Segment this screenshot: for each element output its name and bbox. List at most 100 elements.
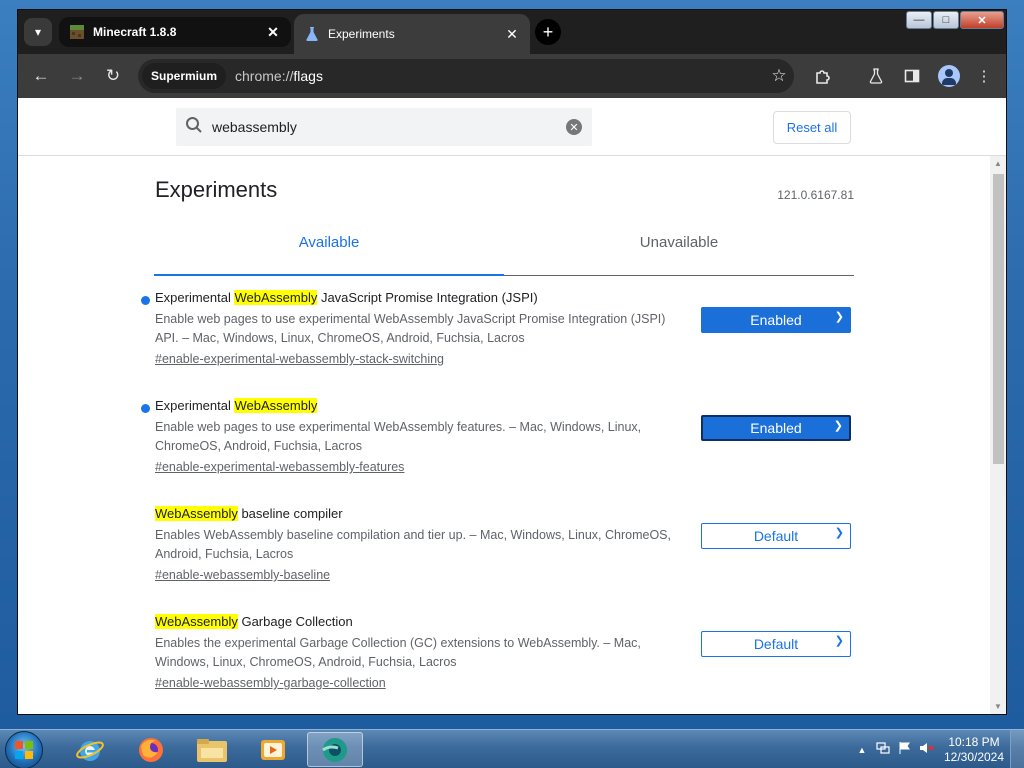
network-icon[interactable] bbox=[872, 741, 894, 758]
taskbar-browser[interactable] bbox=[307, 732, 363, 767]
taskbar-explorer[interactable] bbox=[184, 732, 240, 767]
search-highlight: WebAssembly bbox=[155, 506, 238, 521]
bookmark-star-icon[interactable]: ☆ bbox=[764, 66, 794, 86]
page-title: Experiments bbox=[155, 177, 278, 202]
flag-name: Experimental WebAssembly bbox=[155, 398, 318, 413]
flag-permalink[interactable]: #enable-webassembly-garbage-collection bbox=[155, 676, 386, 690]
taskbar: ▲ 10:18 PM 12/30/2024 bbox=[0, 729, 1024, 768]
chevron-down-icon: ❯ bbox=[833, 420, 843, 432]
side-panel-icon[interactable] bbox=[901, 65, 923, 87]
flag-permalink[interactable]: #enable-webassembly-baseline bbox=[155, 568, 330, 582]
flags-page: webassembly ✕ Reset all Experiments 121.… bbox=[18, 98, 1006, 714]
flag-entry: Experimental WebAssembly JavaScript Prom… bbox=[141, 290, 854, 390]
profile-avatar-icon[interactable] bbox=[938, 65, 960, 87]
close-icon[interactable]: ✕ bbox=[265, 24, 281, 41]
active-tab-indicator bbox=[154, 274, 504, 276]
show-desktop-button[interactable] bbox=[1010, 730, 1024, 768]
select-value: Enabled bbox=[750, 420, 802, 436]
tab-search-button[interactable]: ▾ bbox=[24, 18, 52, 46]
flag-state-select[interactable]: Default ❯ bbox=[701, 631, 851, 657]
flag-name-text: JavaScript Promise Integration (JSPI) bbox=[317, 290, 538, 305]
arrow-right-icon: → bbox=[68, 66, 86, 85]
new-tab-button[interactable]: + bbox=[535, 19, 561, 45]
search-box[interactable]: webassembly ✕ bbox=[176, 108, 592, 146]
flag-name-text: Garbage Collection bbox=[237, 614, 353, 629]
flag-name: WebAssembly Garbage Collection bbox=[155, 614, 353, 629]
select-value: Enabled bbox=[750, 312, 802, 328]
arrow-left-icon: ← bbox=[32, 66, 50, 85]
clock-time: 10:18 PM bbox=[948, 734, 1000, 749]
flag-description: Enable web pages to use experimental Web… bbox=[155, 420, 642, 453]
tab-unavailable[interactable]: Unavailable bbox=[504, 234, 854, 251]
search-highlight: WebAssembly bbox=[155, 614, 238, 629]
scroll-down-icon[interactable]: ▼ bbox=[993, 702, 1003, 711]
clear-search-icon[interactable]: ✕ bbox=[566, 119, 582, 135]
version-label: 121.0.6167.81 bbox=[777, 188, 854, 202]
taskbar-internet-explorer[interactable] bbox=[62, 732, 118, 767]
maximize-button[interactable]: □ bbox=[933, 11, 959, 29]
taskbar-media-player[interactable] bbox=[245, 732, 301, 767]
select-value: Default bbox=[753, 636, 799, 652]
flag-state-select[interactable]: Enabled ❯ bbox=[701, 415, 851, 441]
internet-explorer-icon bbox=[76, 740, 104, 761]
select-value: Default bbox=[753, 528, 799, 544]
flask-icon[interactable] bbox=[865, 65, 887, 87]
chevron-down-icon: ❯ bbox=[834, 311, 844, 323]
reload-button[interactable]: ↻ bbox=[101, 64, 125, 88]
search-highlight: WebAssembly bbox=[234, 290, 318, 305]
close-icon[interactable]: ✕ bbox=[504, 26, 520, 43]
vertical-scrollbar[interactable]: ▲ ▼ bbox=[990, 156, 1006, 714]
url-scheme: chrome:// bbox=[235, 68, 294, 84]
reset-all-button[interactable]: Reset all bbox=[773, 111, 851, 144]
flag-state-select[interactable]: Enabled ❯ bbox=[701, 307, 851, 333]
back-button[interactable]: ← bbox=[29, 64, 53, 88]
flags-tabs: Available Unavailable bbox=[154, 226, 854, 276]
extensions-icon[interactable] bbox=[812, 65, 834, 87]
minimize-icon: — bbox=[913, 14, 925, 26]
close-icon: ✕ bbox=[977, 14, 987, 27]
flag-name: WebAssembly baseline compiler bbox=[155, 506, 343, 521]
close-window-button[interactable]: ✕ bbox=[960, 11, 1004, 29]
chevron-down-icon: ❯ bbox=[834, 527, 844, 539]
flag-entry: WebAssembly baseline compiler Enables We… bbox=[154, 506, 854, 606]
forward-button[interactable]: → bbox=[65, 64, 89, 88]
scroll-up-icon[interactable]: ▲ bbox=[993, 159, 1003, 168]
flag-entry: Experimental WebAssembly Enable web page… bbox=[141, 398, 854, 498]
search-icon bbox=[176, 116, 212, 139]
chevron-down-icon: ❯ bbox=[834, 635, 844, 647]
search-input[interactable]: webassembly bbox=[212, 119, 566, 135]
start-button[interactable] bbox=[5, 731, 43, 768]
windows-logo-icon bbox=[15, 741, 33, 759]
flag-description: Enable web pages to use experimental Web… bbox=[155, 312, 666, 345]
kebab-menu-icon[interactable]: ⋮ bbox=[973, 65, 995, 87]
flag-permalink[interactable]: #enable-experimental-webassembly-stack-s… bbox=[155, 352, 444, 366]
flag-entry: WebAssembly Garbage Collection Enables t… bbox=[154, 614, 854, 714]
flag-state-select[interactable]: Default ❯ bbox=[701, 523, 851, 549]
modified-indicator bbox=[141, 404, 150, 413]
site-chip[interactable]: Supermium bbox=[142, 63, 227, 89]
desktop: ▾ Minecraft 1.8.8 ✕ Experiments ✕ + — □ … bbox=[0, 0, 1024, 768]
flag-permalink[interactable]: #enable-experimental-webassembly-feature… bbox=[155, 460, 404, 474]
firefox-icon bbox=[139, 737, 163, 762]
minimize-button[interactable]: — bbox=[906, 11, 932, 29]
tab-strip: ▾ Minecraft 1.8.8 ✕ Experiments ✕ + — □ … bbox=[18, 10, 1006, 54]
taskbar-firefox[interactable] bbox=[123, 732, 179, 767]
address-bar[interactable]: Supermium chrome://flags ☆ bbox=[138, 59, 794, 93]
tab-available[interactable]: Available bbox=[154, 234, 504, 251]
flag-icon[interactable] bbox=[894, 741, 916, 758]
clock[interactable]: 10:18 PM 12/30/2024 bbox=[938, 735, 1010, 765]
plus-icon: + bbox=[542, 21, 554, 42]
flag-name: Experimental WebAssembly JavaScript Prom… bbox=[155, 290, 538, 305]
tab-experiments[interactable]: Experiments ✕ bbox=[294, 14, 530, 54]
speaker-muted-icon[interactable] bbox=[916, 741, 938, 758]
browser-window: ▾ Minecraft 1.8.8 ✕ Experiments ✕ + — □ … bbox=[17, 9, 1007, 715]
browser-toolbar: ← → ↻ Supermium chrome://flags ☆ ⋮ bbox=[18, 54, 1006, 98]
flag-name-text: baseline compiler bbox=[237, 506, 343, 521]
flask-icon bbox=[306, 27, 318, 41]
url-text[interactable]: chrome://flags bbox=[235, 68, 764, 84]
folder-icon bbox=[197, 738, 227, 762]
scrollbar-thumb[interactable] bbox=[993, 174, 1004, 464]
chevron-up-icon[interactable]: ▲ bbox=[852, 745, 872, 755]
search-highlight: WebAssembly bbox=[234, 398, 318, 413]
tab-minecraft[interactable]: Minecraft 1.8.8 ✕ bbox=[59, 17, 291, 47]
